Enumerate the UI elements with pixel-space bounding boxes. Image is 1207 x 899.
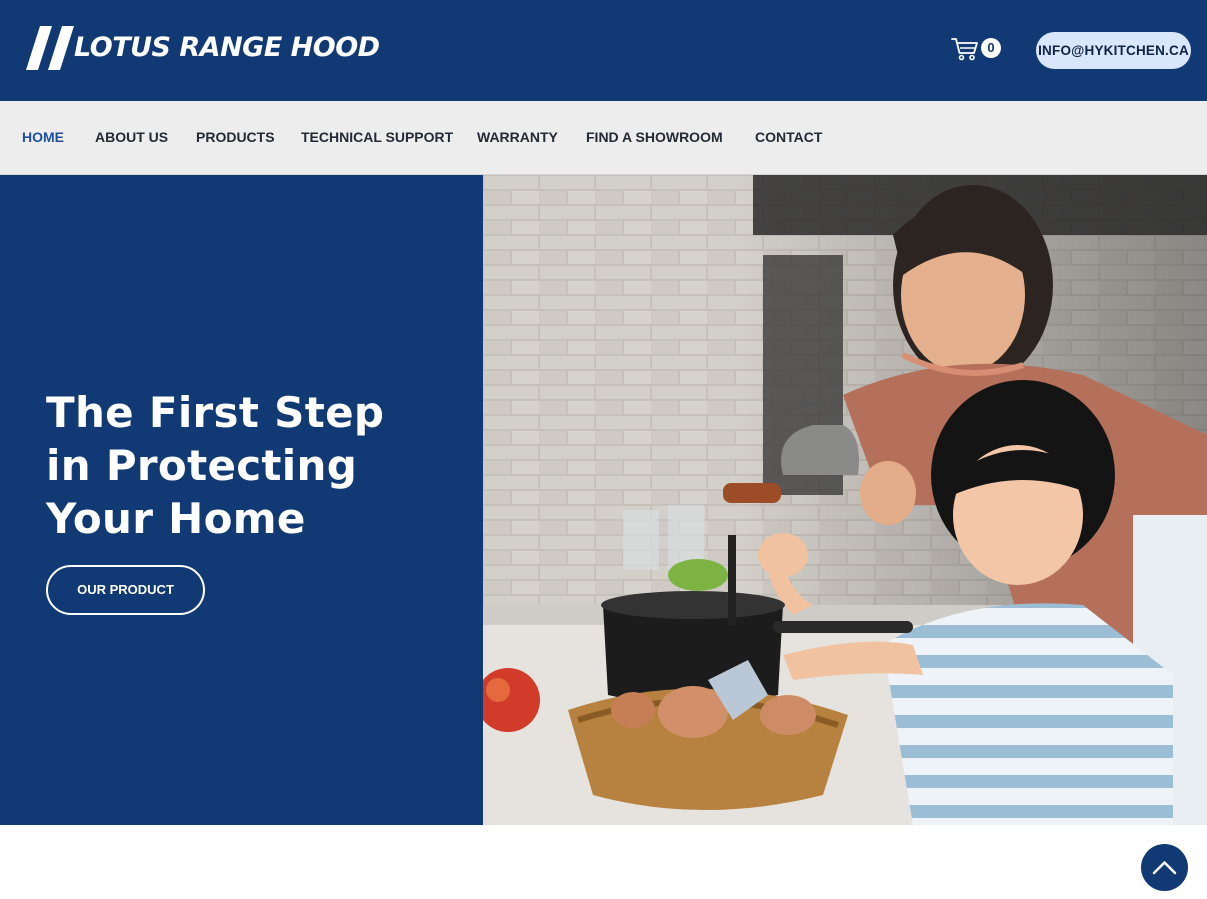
logo-slashes-icon (26, 26, 74, 70)
nav-item-warranty[interactable]: WARRANTY (477, 101, 558, 175)
hero-title-line: Your Home (46, 494, 306, 543)
nav-item-find-a-showroom[interactable]: FIND A SHOWROOM (586, 101, 723, 175)
logo-text: LOTUS RANGE HOOD (74, 32, 380, 63)
nav-item-products[interactable]: PRODUCTS (196, 101, 275, 175)
cart-button[interactable]: 0 (951, 35, 1003, 63)
nav-item-about-us[interactable]: ABOUT US (95, 101, 168, 175)
hero-title: The First Step in Protecting Your Home (46, 386, 446, 545)
hero-title-line: in Protecting (46, 441, 358, 490)
kitchen-photo-illustration (483, 175, 1207, 825)
nav-item-home[interactable]: HOME (22, 101, 64, 175)
nav-item-contact[interactable]: CONTACT (755, 101, 822, 175)
chevron-up-icon (1152, 861, 1177, 875)
logo[interactable]: LOTUS RANGE HOOD (26, 26, 380, 70)
scroll-to-top-button[interactable] (1141, 844, 1188, 891)
site-header: LOTUS RANGE HOOD 0 INFO@HYKITCHEN.CA (0, 0, 1207, 101)
hero-title-line: The First Step (46, 388, 385, 437)
cart-icon (951, 38, 978, 61)
email-button[interactable]: INFO@HYKITCHEN.CA (1036, 32, 1191, 69)
nav-item-technical-support[interactable]: TECHNICAL SUPPORT (301, 101, 453, 175)
hero-image (483, 175, 1207, 825)
main-nav: HOME ABOUT US PRODUCTS TECHNICAL SUPPORT… (0, 101, 1207, 175)
cart-count-badge: 0 (981, 38, 1001, 58)
our-product-button[interactable]: OUR PRODUCT (46, 565, 205, 615)
